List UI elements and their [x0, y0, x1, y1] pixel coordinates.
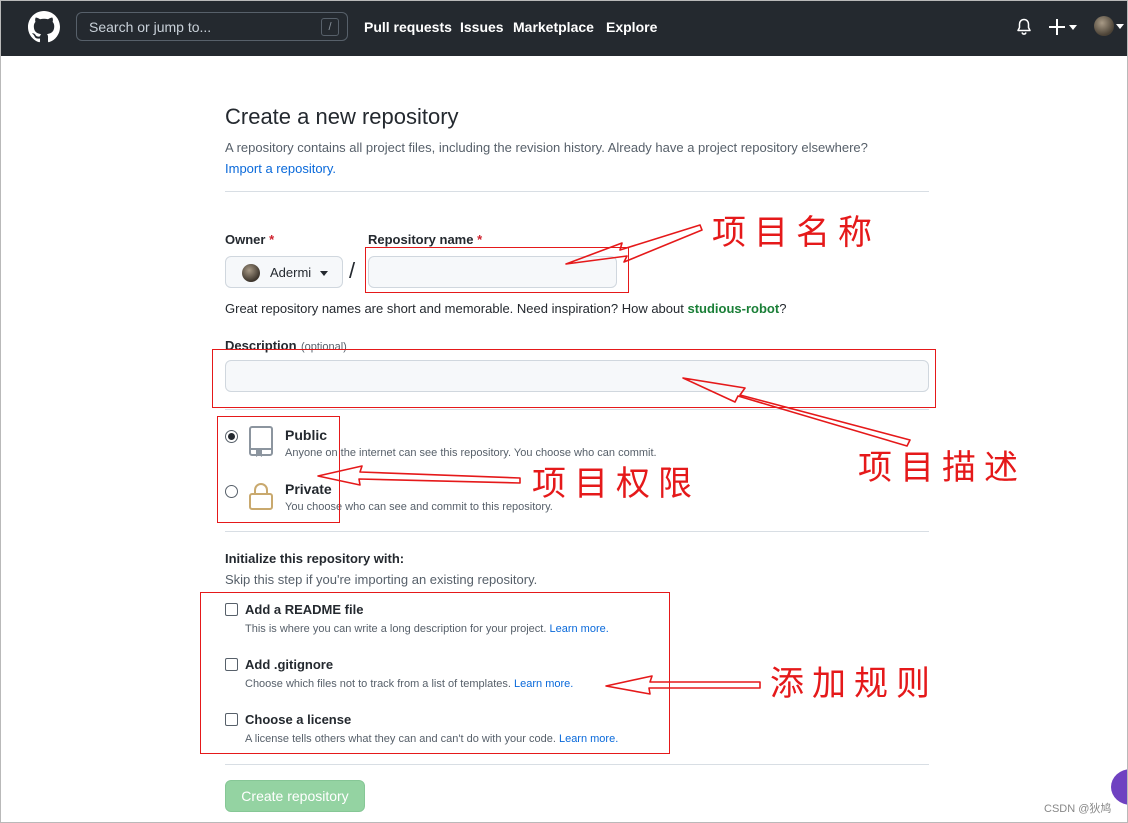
annotation-label-rules: 添加规则	[770, 664, 938, 704]
page-subtitle-text: A repository contains all project files,…	[225, 140, 868, 155]
name-suggestion[interactable]: studious-robot	[687, 301, 779, 316]
nav-explore[interactable]: Explore	[606, 19, 657, 35]
nav-marketplace[interactable]: Marketplace	[513, 19, 594, 35]
page-subtitle: A repository contains all project files,…	[225, 137, 925, 179]
init-heading: Initialize this repository with:	[225, 551, 405, 566]
owner-label-text: Owner	[225, 232, 266, 247]
search-shortcut-badge: /	[321, 18, 339, 36]
user-avatar[interactable]	[1094, 16, 1114, 36]
owner-avatar	[242, 264, 260, 282]
github-logo-icon[interactable]	[28, 11, 60, 43]
annotation-label-visibility: 项目权限	[532, 464, 700, 504]
chevron-down-icon[interactable]	[1116, 24, 1124, 29]
annotation-label-description: 项目描述	[858, 448, 1026, 488]
owner-repo-separator: /	[349, 258, 356, 283]
bell-icon[interactable]	[1016, 18, 1032, 36]
chevron-down-icon	[320, 271, 328, 276]
name-hint: Great repository names are short and mem…	[225, 301, 786, 316]
required-mark: *	[269, 232, 275, 247]
create-new-dropdown-icon[interactable]	[1048, 16, 1078, 38]
watermark-text: CSDN @狄鸠	[1044, 803, 1112, 815]
name-hint-end: ?	[779, 301, 787, 316]
divider	[225, 409, 929, 410]
nav-pull-requests[interactable]: Pull requests	[364, 19, 452, 35]
search-placeholder: Search or jump to...	[89, 19, 212, 35]
divider	[225, 531, 929, 532]
import-repository-link[interactable]: Import a repository.	[225, 161, 336, 176]
divider	[225, 764, 929, 765]
annotation-box-name	[365, 247, 629, 293]
annotation-label-name: 项目名称	[712, 213, 880, 253]
nav-issues[interactable]: Issues	[460, 19, 504, 35]
top-header: Search or jump to... / Pull requests Iss…	[0, 0, 1128, 56]
create-repository-button[interactable]: Create repository	[225, 780, 365, 812]
init-hint: Skip this step if you're importing an ex…	[225, 572, 538, 587]
annotation-box-rules	[200, 592, 670, 754]
owner-select[interactable]: Adermi	[225, 256, 343, 288]
repo-name-label-text: Repository name	[368, 232, 474, 247]
name-hint-text: Great repository names are short and mem…	[225, 301, 688, 316]
annotation-box-description	[212, 349, 936, 408]
search-input[interactable]: Search or jump to... /	[76, 12, 348, 41]
annotation-box-visibility	[217, 416, 340, 523]
page-title: Create a new repository	[225, 104, 459, 129]
repo-name-label: Repository name *	[368, 232, 482, 247]
floating-help-badge[interactable]	[1111, 769, 1128, 805]
required-mark: *	[477, 232, 483, 247]
owner-name: Adermi	[270, 265, 312, 280]
annotation-arrow-visibility	[317, 465, 521, 486]
owner-label: Owner *	[225, 232, 274, 247]
divider	[225, 191, 929, 192]
